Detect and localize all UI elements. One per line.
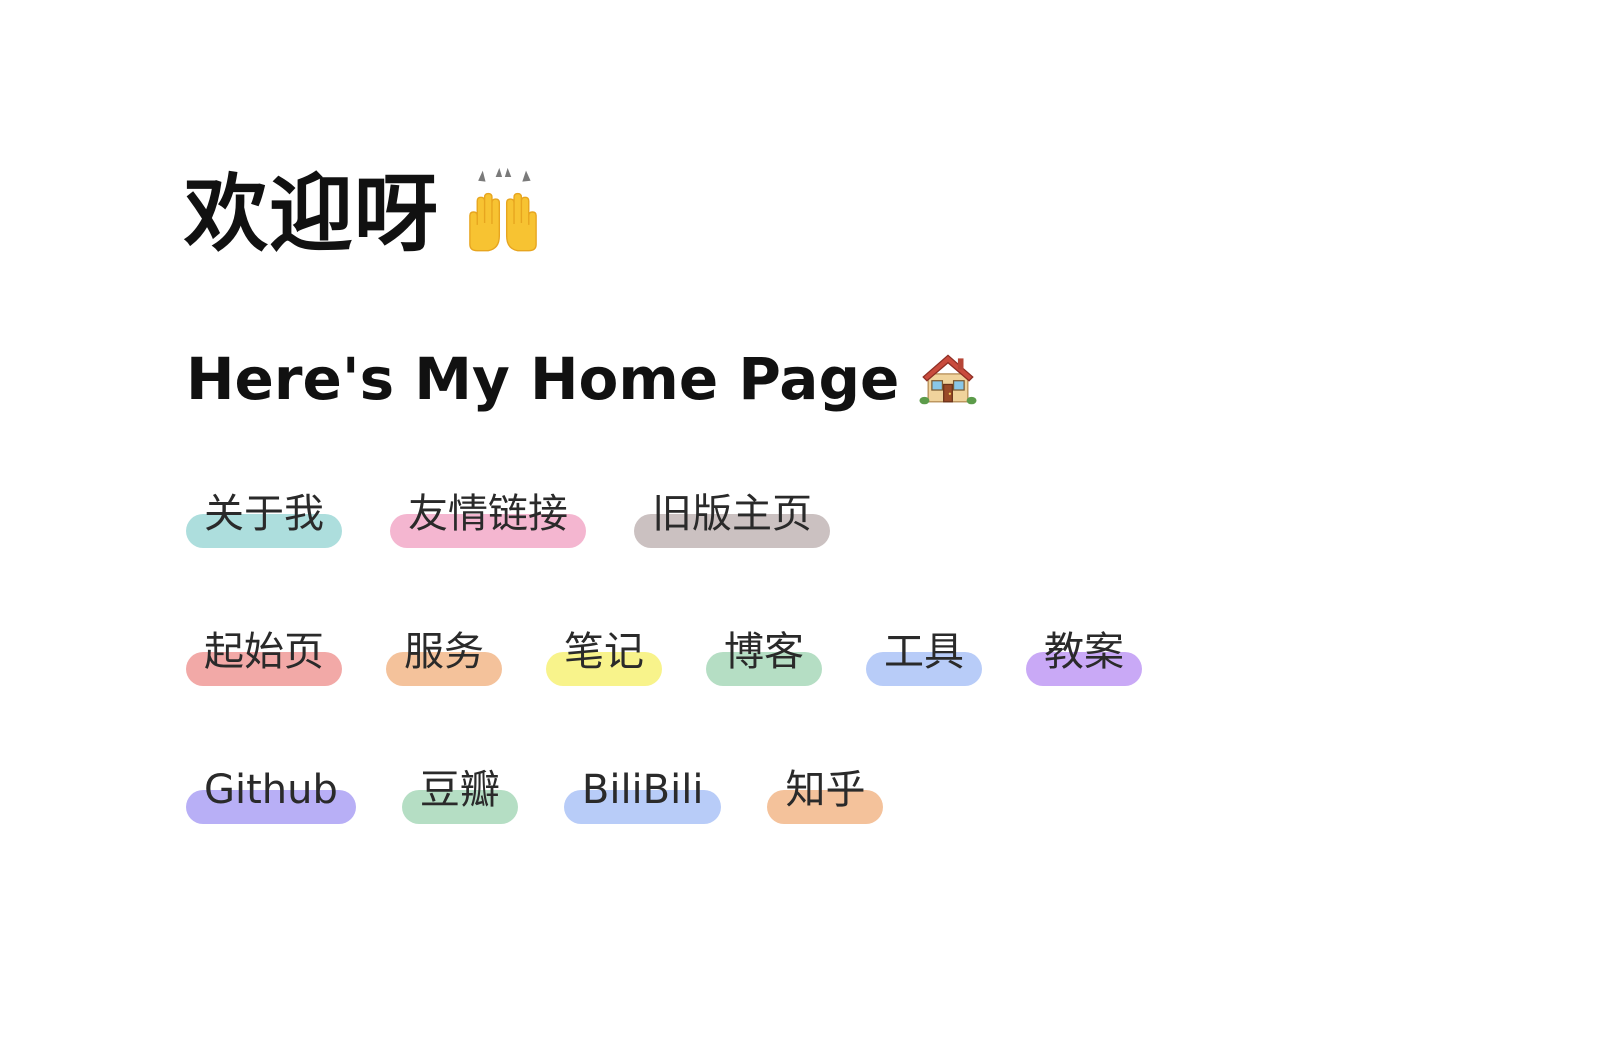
home-page: 欢迎呀 Here's My Home Page 关于我 友情链接 旧版主页 起始… xyxy=(0,0,1624,1048)
link-github[interactable]: Github xyxy=(186,762,356,824)
page-subtitle: Here's My Home Page xyxy=(186,345,900,413)
link-label: 知乎 xyxy=(785,767,866,813)
link-blog[interactable]: 博客 xyxy=(706,624,822,686)
link-label: 博客 xyxy=(724,629,804,675)
raising-hands-icon xyxy=(457,166,549,262)
link-lesson-plans[interactable]: 教案 xyxy=(1026,624,1142,686)
link-start-page[interactable]: 起始页 xyxy=(186,624,342,686)
page-title: 欢迎呀 xyxy=(184,165,440,263)
nav-row-secondary: 起始页 服务 笔记 博客 工具 教案 xyxy=(186,624,1142,686)
link-label: 笔记 xyxy=(564,629,644,675)
link-label: 旧版主页 xyxy=(652,491,812,537)
link-bilibili[interactable]: BiliBili xyxy=(563,762,722,824)
link-label: 起始页 xyxy=(204,629,324,675)
link-label: 豆瓣 xyxy=(419,767,500,813)
link-services[interactable]: 服务 xyxy=(386,624,502,686)
link-label: Github xyxy=(204,767,338,813)
link-douban[interactable]: 豆瓣 xyxy=(401,762,518,824)
link-about-me[interactable]: 关于我 xyxy=(186,486,342,548)
link-label: 友情链接 xyxy=(408,491,568,537)
link-old-homepage[interactable]: 旧版主页 xyxy=(634,486,830,548)
page-subtitle-block: Here's My Home Page xyxy=(186,346,979,412)
house-icon xyxy=(917,346,979,412)
nav-row-primary: 关于我 友情链接 旧版主页 xyxy=(186,486,830,548)
link-label: 教案 xyxy=(1044,629,1124,675)
link-label: BiliBili xyxy=(581,767,704,813)
link-label: 工具 xyxy=(884,629,964,675)
link-tools[interactable]: 工具 xyxy=(866,624,982,686)
nav-row-social: Github 豆瓣 BiliBili 知乎 xyxy=(186,762,884,824)
link-zhihu[interactable]: 知乎 xyxy=(767,762,884,824)
page-title-block: 欢迎呀 xyxy=(184,166,549,262)
link-notes[interactable]: 笔记 xyxy=(546,624,662,686)
link-friends[interactable]: 友情链接 xyxy=(390,486,586,548)
link-label: 服务 xyxy=(404,629,484,675)
link-label: 关于我 xyxy=(204,491,324,537)
